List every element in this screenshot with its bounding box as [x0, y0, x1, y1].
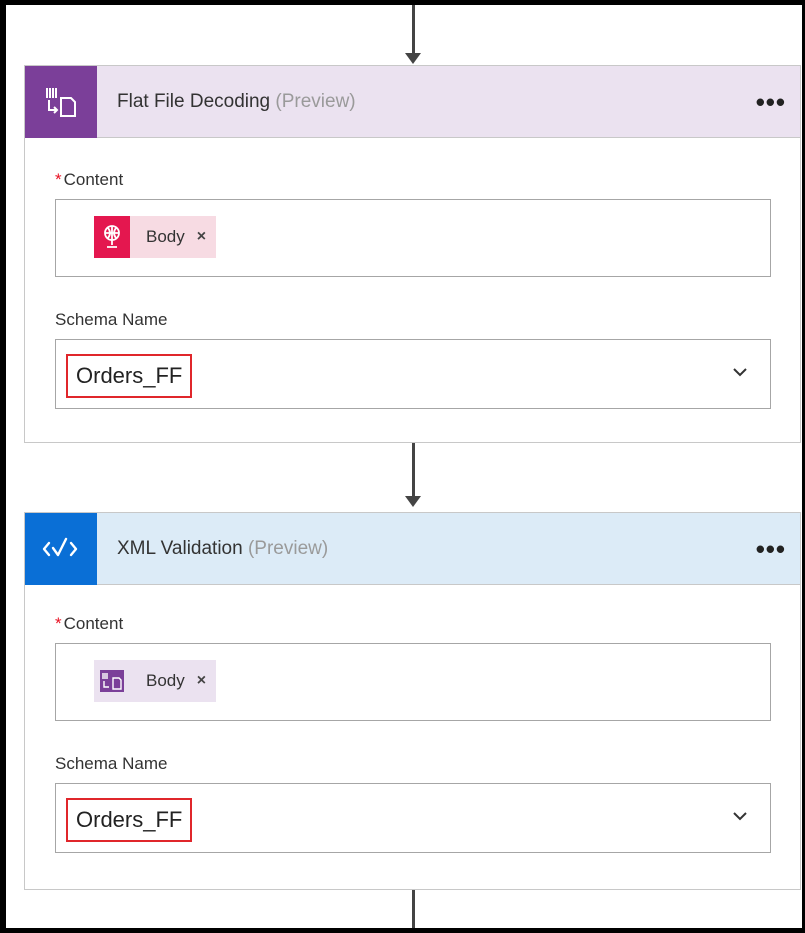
token-label: Body: [146, 671, 185, 690]
schema-name-select[interactable]: Orders_FF: [55, 339, 771, 409]
schema-name-label: Schema Name: [55, 754, 168, 773]
flow-connector: [412, 443, 415, 498]
content-field-label: * Content: [55, 614, 124, 633]
dynamic-content-token[interactable]: Body ×: [94, 660, 217, 702]
token-label: Body: [146, 227, 185, 246]
required-marker: *: [55, 170, 62, 189]
flat-file-icon: [25, 66, 97, 138]
http-request-icon: [94, 216, 130, 258]
flow-connector: [412, 890, 415, 928]
frame-top-edge: [0, 0, 805, 5]
flow-arrow-icon: [405, 53, 421, 64]
chevron-down-icon[interactable]: [732, 364, 748, 382]
step-header[interactable]: XML Validation (Preview) •••: [25, 513, 800, 585]
dynamic-content-token[interactable]: Body ×: [94, 216, 217, 258]
more-options-button[interactable]: •••: [756, 513, 786, 585]
flat-file-icon: [94, 660, 130, 702]
schema-name-select[interactable]: Orders_FF: [55, 783, 771, 853]
flow-arrow-icon: [405, 496, 421, 507]
step-card-flat-file-decoding: Flat File Decoding (Preview) ••• * Conten…: [24, 65, 801, 443]
preview-badge: (Preview): [275, 91, 356, 112]
step-title: XML Validation (Preview): [117, 513, 328, 585]
schema-name-value: Orders_FF: [66, 798, 193, 842]
more-options-button[interactable]: •••: [756, 66, 786, 138]
chevron-down-icon[interactable]: [732, 808, 748, 826]
schema-name-value: Orders_FF: [66, 354, 193, 398]
schema-name-label: Schema Name: [55, 310, 168, 329]
step-card-xml-validation: XML Validation (Preview) ••• * Content Bo…: [24, 512, 801, 890]
flow-connector: [412, 5, 415, 55]
frame-bottom-edge: [0, 928, 805, 933]
required-marker: *: [55, 614, 62, 633]
content-input[interactable]: Body ×: [55, 199, 771, 277]
step-title: Flat File Decoding (Preview): [117, 66, 356, 138]
content-field-label: * Content: [55, 170, 124, 189]
remove-token-icon[interactable]: ×: [197, 228, 206, 246]
step-header[interactable]: Flat File Decoding (Preview) •••: [25, 66, 800, 138]
step-title-text: XML Validation: [117, 538, 243, 559]
preview-badge: (Preview): [247, 538, 329, 559]
remove-token-icon[interactable]: ×: [197, 672, 206, 690]
step-title-text: Flat File Decoding: [117, 91, 271, 112]
content-input[interactable]: Body ×: [55, 643, 771, 721]
xml-validation-icon: [25, 513, 97, 585]
